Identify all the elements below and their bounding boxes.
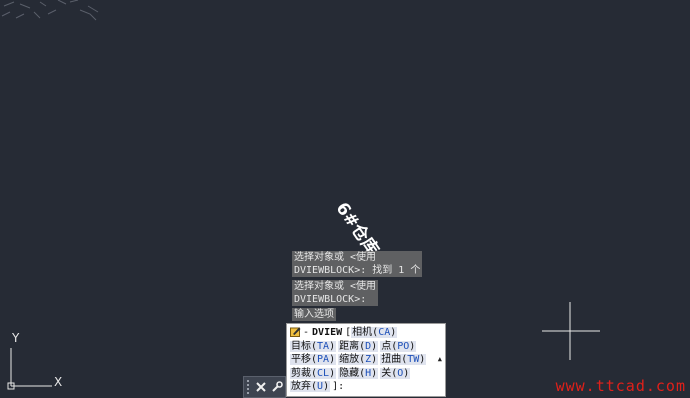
- option-camera[interactable]: 相机(CA): [351, 327, 398, 338]
- prompt-row-4: 剪裁(CL) 隐藏(H) 关(O): [290, 367, 442, 381]
- command-line-toolbar: [243, 376, 286, 398]
- prompt-row-1: - DVIEW [相机(CA): [290, 326, 442, 340]
- drawing-canvas[interactable]: 6#仓库 选择对象或 <使用 DVIEWBLOCK>: 找到 1 个 选择对象或…: [0, 0, 690, 398]
- option-off[interactable]: 关(O): [380, 367, 411, 379]
- history-text: DVIEWBLOCK>:: [292, 293, 379, 306]
- option-zoom[interactable]: 缩放(Z): [338, 354, 379, 365]
- command-history-2: 选择对象或 <使用 DVIEWBLOCK>:: [292, 280, 379, 306]
- history-text: 选择对象或 <使用: [292, 251, 423, 264]
- partial-geometry: [1, 0, 99, 21]
- history-text: 选择对象或 <使用: [292, 280, 379, 293]
- customize-button[interactable]: [270, 378, 284, 396]
- prompt-dash: -: [303, 327, 310, 338]
- prompt-row-2: 目标(TA) 距离(D) 点(PO): [290, 340, 442, 354]
- drawing-text-label: 6#仓库: [331, 198, 383, 260]
- history-text: DVIEWBLOCK>: 找到 1 个: [292, 264, 423, 277]
- wrench-icon: [272, 381, 283, 392]
- scroll-up-icon[interactable]: ▲: [438, 353, 442, 367]
- command-name: DVIEW: [312, 327, 343, 338]
- ucs-x-label: X: [54, 375, 62, 389]
- watermark: www.ttcad.com: [555, 377, 686, 395]
- ucs-y-label: Y: [11, 331, 20, 345]
- command-history-3: 输入选项: [292, 308, 336, 321]
- close-button[interactable]: [254, 378, 268, 396]
- bracket-close: ]:: [332, 381, 345, 392]
- close-icon: [256, 382, 266, 392]
- pencil-icon: [290, 327, 301, 337]
- command-prompt[interactable]: - DVIEW [相机(CA) 目标(TA) 距离(D) 点(PO) 平移(PA) 缩放(…: [286, 323, 446, 397]
- option-distance[interactable]: 距离(D): [338, 340, 379, 352]
- crosshair-cursor: [542, 302, 600, 360]
- command-history-1: 选择对象或 <使用 DVIEWBLOCK>: 找到 1 个: [292, 251, 423, 277]
- option-clip[interactable]: 剪裁(CL): [290, 367, 337, 379]
- option-point[interactable]: 点(PO): [380, 340, 417, 352]
- option-pan[interactable]: 平移(PA): [290, 354, 337, 365]
- option-hide[interactable]: 隐藏(H): [338, 367, 379, 379]
- grip-handle-icon[interactable]: [246, 379, 252, 395]
- history-text: 输入选项: [292, 308, 336, 321]
- option-undo[interactable]: 放弃(U): [290, 381, 331, 392]
- option-twist[interactable]: 扭曲(TW): [380, 354, 427, 365]
- prompt-row-3: 平移(PA) 缩放(Z) 扭曲(TW) ▲: [290, 353, 442, 367]
- prompt-row-5: 放弃(U)]:: [290, 380, 442, 394]
- ucs-icon: Y X: [7, 331, 62, 390]
- option-target[interactable]: 目标(TA): [290, 340, 337, 352]
